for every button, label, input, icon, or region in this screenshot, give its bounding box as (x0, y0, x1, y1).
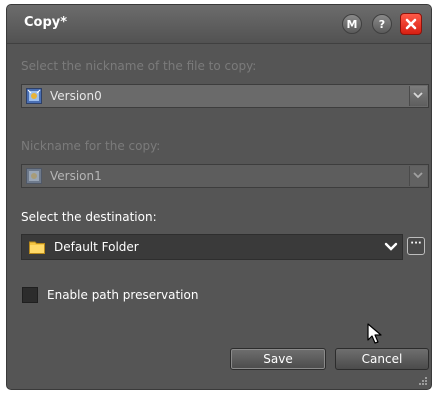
copy-nickname-select[interactable]: Version1 (21, 164, 429, 188)
version-file-icon (26, 88, 42, 104)
source-dropdown-arrow[interactable] (409, 86, 427, 106)
close-icon (405, 18, 417, 30)
source-nickname-select[interactable]: Version0 (21, 84, 429, 108)
save-button[interactable]: Save (230, 348, 326, 370)
chevron-down-icon (413, 92, 423, 99)
help-button[interactable]: ? (372, 14, 392, 34)
copy-dropdown-arrow[interactable] (409, 166, 427, 186)
dialog-title: Copy* (24, 15, 68, 30)
copy-dialog: Copy* M ? Select the nickname of the fil… (6, 4, 432, 390)
folder-icon (29, 241, 45, 254)
browse-destination-button[interactable]: ··· (407, 237, 425, 255)
version-file-icon (26, 168, 42, 184)
source-label: Select the nickname of the file to copy: (21, 59, 257, 73)
copy-label: Nickname for the copy: (21, 139, 161, 153)
resize-grip-icon[interactable] (418, 376, 428, 386)
chevron-down-icon[interactable] (383, 239, 399, 255)
close-button[interactable] (400, 13, 422, 35)
source-nickname-value: Version0 (50, 89, 102, 103)
chevron-down-icon (413, 172, 423, 179)
destination-label: Select the destination: (21, 210, 157, 224)
destination-value: Default Folder (54, 240, 139, 254)
copy-nickname-value: Version1 (50, 169, 102, 183)
path-preservation-checkbox[interactable] (22, 287, 38, 303)
m-button[interactable]: M (342, 14, 362, 34)
cancel-button[interactable]: Cancel (335, 348, 429, 370)
destination-select[interactable]: Default Folder (21, 234, 403, 260)
mouse-cursor-icon (367, 323, 382, 344)
title-bar[interactable]: Copy* M ? (7, 5, 431, 44)
path-preservation-label[interactable]: Enable path preservation (47, 288, 198, 302)
